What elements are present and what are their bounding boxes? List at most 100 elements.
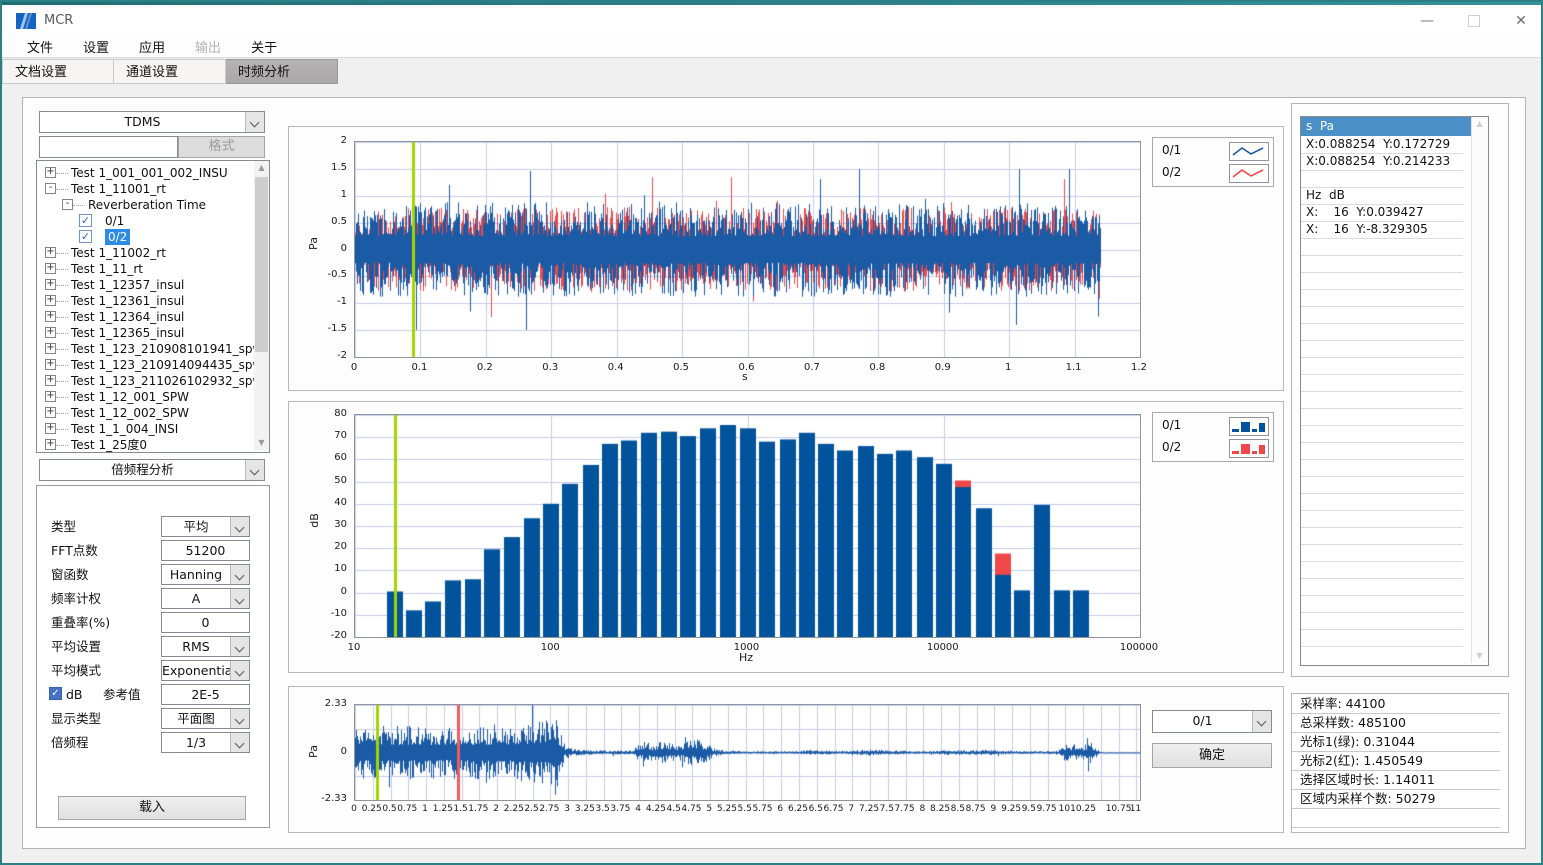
- field-input[interactable]: 0: [161, 612, 250, 633]
- scroll-up-icon[interactable]: ▲: [1472, 117, 1487, 131]
- time-overview-canvas[interactable]: [354, 704, 1141, 801]
- readout-empty-row[interactable]: [1301, 578, 1463, 596]
- reference-value-input[interactable]: 2E-5: [161, 684, 250, 705]
- readout-empty-row[interactable]: [1301, 323, 1463, 341]
- readout-empty-row[interactable]: [1301, 510, 1463, 528]
- tree-scrollbar[interactable]: ▲ ▼: [254, 161, 269, 450]
- minimize-button[interactable]: —: [1410, 7, 1444, 35]
- close-button[interactable]: ✕: [1504, 7, 1538, 35]
- readout-empty-row[interactable]: [1301, 357, 1463, 375]
- tree-item[interactable]: - Reverberation Time: [37, 197, 247, 213]
- tree-item[interactable]: + Test 1_12361_insul: [37, 293, 247, 309]
- readout-empty-row[interactable]: [1301, 374, 1463, 392]
- file-format-select[interactable]: TDMS: [39, 111, 265, 133]
- readout-header-row[interactable]: s Pa: [1301, 117, 1471, 136]
- tree-item-label[interactable]: Test 1_25度0: [71, 437, 147, 453]
- scroll-down-icon[interactable]: ▼: [254, 436, 269, 450]
- readout-empty-row[interactable]: [1301, 561, 1463, 579]
- tree-item-label[interactable]: Test 1_12_001_SPW: [71, 389, 189, 405]
- tree-expand-icon[interactable]: +: [45, 359, 56, 370]
- field-select[interactable]: RMS: [161, 636, 250, 657]
- tree-item[interactable]: +Test 1_123_210914094435_spw: [37, 357, 247, 373]
- channel-select[interactable]: 0/1: [1152, 710, 1272, 733]
- tree-item-label[interactable]: 0/1: [105, 213, 124, 229]
- menu-item-1[interactable]: 设置: [68, 37, 124, 56]
- tree-item-label[interactable]: Test 1_12361_insul: [71, 293, 184, 309]
- octave-spectrum-canvas[interactable]: [354, 414, 1141, 638]
- readout-scrollbar[interactable]: ▲ ▼: [1471, 117, 1488, 663]
- readout-empty-row[interactable]: [1301, 612, 1463, 630]
- tree-expand-icon[interactable]: +: [45, 407, 56, 418]
- field-select[interactable]: Hanning: [161, 564, 250, 585]
- scroll-down-icon[interactable]: ▼: [1472, 649, 1487, 663]
- tree-item-label[interactable]: Test 1_1_004_INSI: [71, 421, 178, 437]
- readout-empty-row[interactable]: [1301, 595, 1463, 613]
- tree-item[interactable]: + Test 1_12_001_SPW: [37, 389, 247, 405]
- tree-expand-icon[interactable]: +: [45, 343, 56, 354]
- tree-item-label[interactable]: 0/2: [105, 229, 130, 245]
- tree-expand-icon[interactable]: +: [45, 295, 56, 306]
- tree-item-label[interactable]: Test 1_12365_insul: [71, 325, 184, 341]
- tree-expand-icon[interactable]: +: [45, 263, 56, 274]
- tree-expand-icon[interactable]: +: [45, 391, 56, 402]
- readout-row[interactable]: X:0.088254 Y:0.172729: [1301, 136, 1463, 154]
- tree-item[interactable]: +Test 1_12_002_SPW: [37, 405, 247, 421]
- tree-item-label[interactable]: Test 1_001_001_002_INSU: [71, 165, 228, 181]
- tree-item[interactable]: + Test 1_12365_insul: [37, 325, 247, 341]
- tree-collapse-icon[interactable]: -: [62, 199, 73, 210]
- field-select[interactable]: 平面图: [161, 708, 250, 729]
- time-waveform-canvas[interactable]: [354, 141, 1141, 358]
- readout-empty-row[interactable]: [1301, 391, 1463, 409]
- readout-empty-row[interactable]: [1301, 629, 1463, 647]
- readout-empty-row[interactable]: [1301, 544, 1463, 562]
- db-checkbox[interactable]: ✓: [49, 687, 62, 700]
- tab-2[interactable]: 时频分析: [226, 59, 338, 84]
- readout-row[interactable]: X:0.088254 Y:0.214233: [1301, 153, 1463, 171]
- readout-row[interactable]: X: 16 Y:-8.329305: [1301, 221, 1463, 239]
- readout-empty-row[interactable]: [1301, 289, 1463, 307]
- readout-empty-row[interactable]: [1301, 476, 1463, 494]
- tree-item-label[interactable]: Test 1_123_210908101941_spw: [71, 341, 262, 357]
- menu-item-2[interactable]: 应用: [124, 37, 180, 56]
- readout-empty-row[interactable]: [1301, 425, 1463, 443]
- readout-empty-row[interactable]: [1301, 442, 1463, 460]
- tree-item-label[interactable]: Test 1_11002_rt: [71, 245, 166, 261]
- readout-row[interactable]: [1301, 170, 1463, 188]
- tree-item-label[interactable]: Test 1_123_211026102932_spw: [71, 373, 262, 389]
- load-button[interactable]: 载入: [58, 796, 246, 820]
- field-select[interactable]: A: [161, 588, 250, 609]
- tree-expand-icon[interactable]: +: [45, 375, 56, 386]
- tree-item[interactable]: ✓0/2: [37, 229, 247, 245]
- tree-item[interactable]: + Test 1_001_001_002_INSU: [37, 165, 247, 181]
- format-button[interactable]: 格式: [178, 136, 265, 158]
- tree-item-label[interactable]: Test 1_11_rt: [71, 261, 143, 277]
- tree-expand-icon[interactable]: +: [45, 327, 56, 338]
- tree-item[interactable]: + Test 1_12364_insul: [37, 309, 247, 325]
- analysis-type-select[interactable]: 倍频程分析: [39, 459, 265, 481]
- tree-item[interactable]: -Test 1_11001_rt: [37, 181, 247, 197]
- readout-empty-row[interactable]: [1301, 493, 1463, 511]
- tree-item-label[interactable]: Reverberation Time: [88, 197, 206, 213]
- tree-expand-icon[interactable]: +: [45, 439, 56, 450]
- scroll-up-icon[interactable]: ▲: [254, 161, 269, 175]
- tree-expand-icon[interactable]: +: [45, 311, 56, 322]
- tree-item[interactable]: +Test 1_123_210908101941_spw: [37, 341, 247, 357]
- readout-row[interactable]: Hz dB: [1301, 187, 1463, 205]
- tree-item[interactable]: + Test 1_25度0: [37, 437, 247, 453]
- tree-expand-icon[interactable]: +: [45, 167, 56, 178]
- tab-1[interactable]: 通道设置: [114, 59, 226, 84]
- readout-empty-row[interactable]: [1301, 238, 1463, 256]
- field-select[interactable]: 1/3: [161, 732, 250, 753]
- readout-empty-row[interactable]: [1301, 527, 1463, 545]
- tree-item-label[interactable]: Test 1_123_210914094435_spw: [71, 357, 262, 373]
- tree-item-label[interactable]: Test 1_12364_insul: [71, 309, 184, 325]
- menu-item-4[interactable]: 关于: [236, 37, 292, 56]
- tree-item[interactable]: ✓ 0/1: [37, 213, 247, 229]
- tree-scrollbar-thumb[interactable]: [255, 177, 268, 352]
- tree-checkbox-icon[interactable]: ✓: [79, 214, 92, 227]
- tree-expand-icon[interactable]: +: [45, 279, 56, 290]
- tab-0[interactable]: 文档设置: [2, 59, 114, 84]
- tree-collapse-icon[interactable]: -: [45, 183, 56, 194]
- readout-row[interactable]: X: 16 Y:0.039427: [1301, 204, 1463, 222]
- readout-empty-row[interactable]: [1301, 255, 1463, 273]
